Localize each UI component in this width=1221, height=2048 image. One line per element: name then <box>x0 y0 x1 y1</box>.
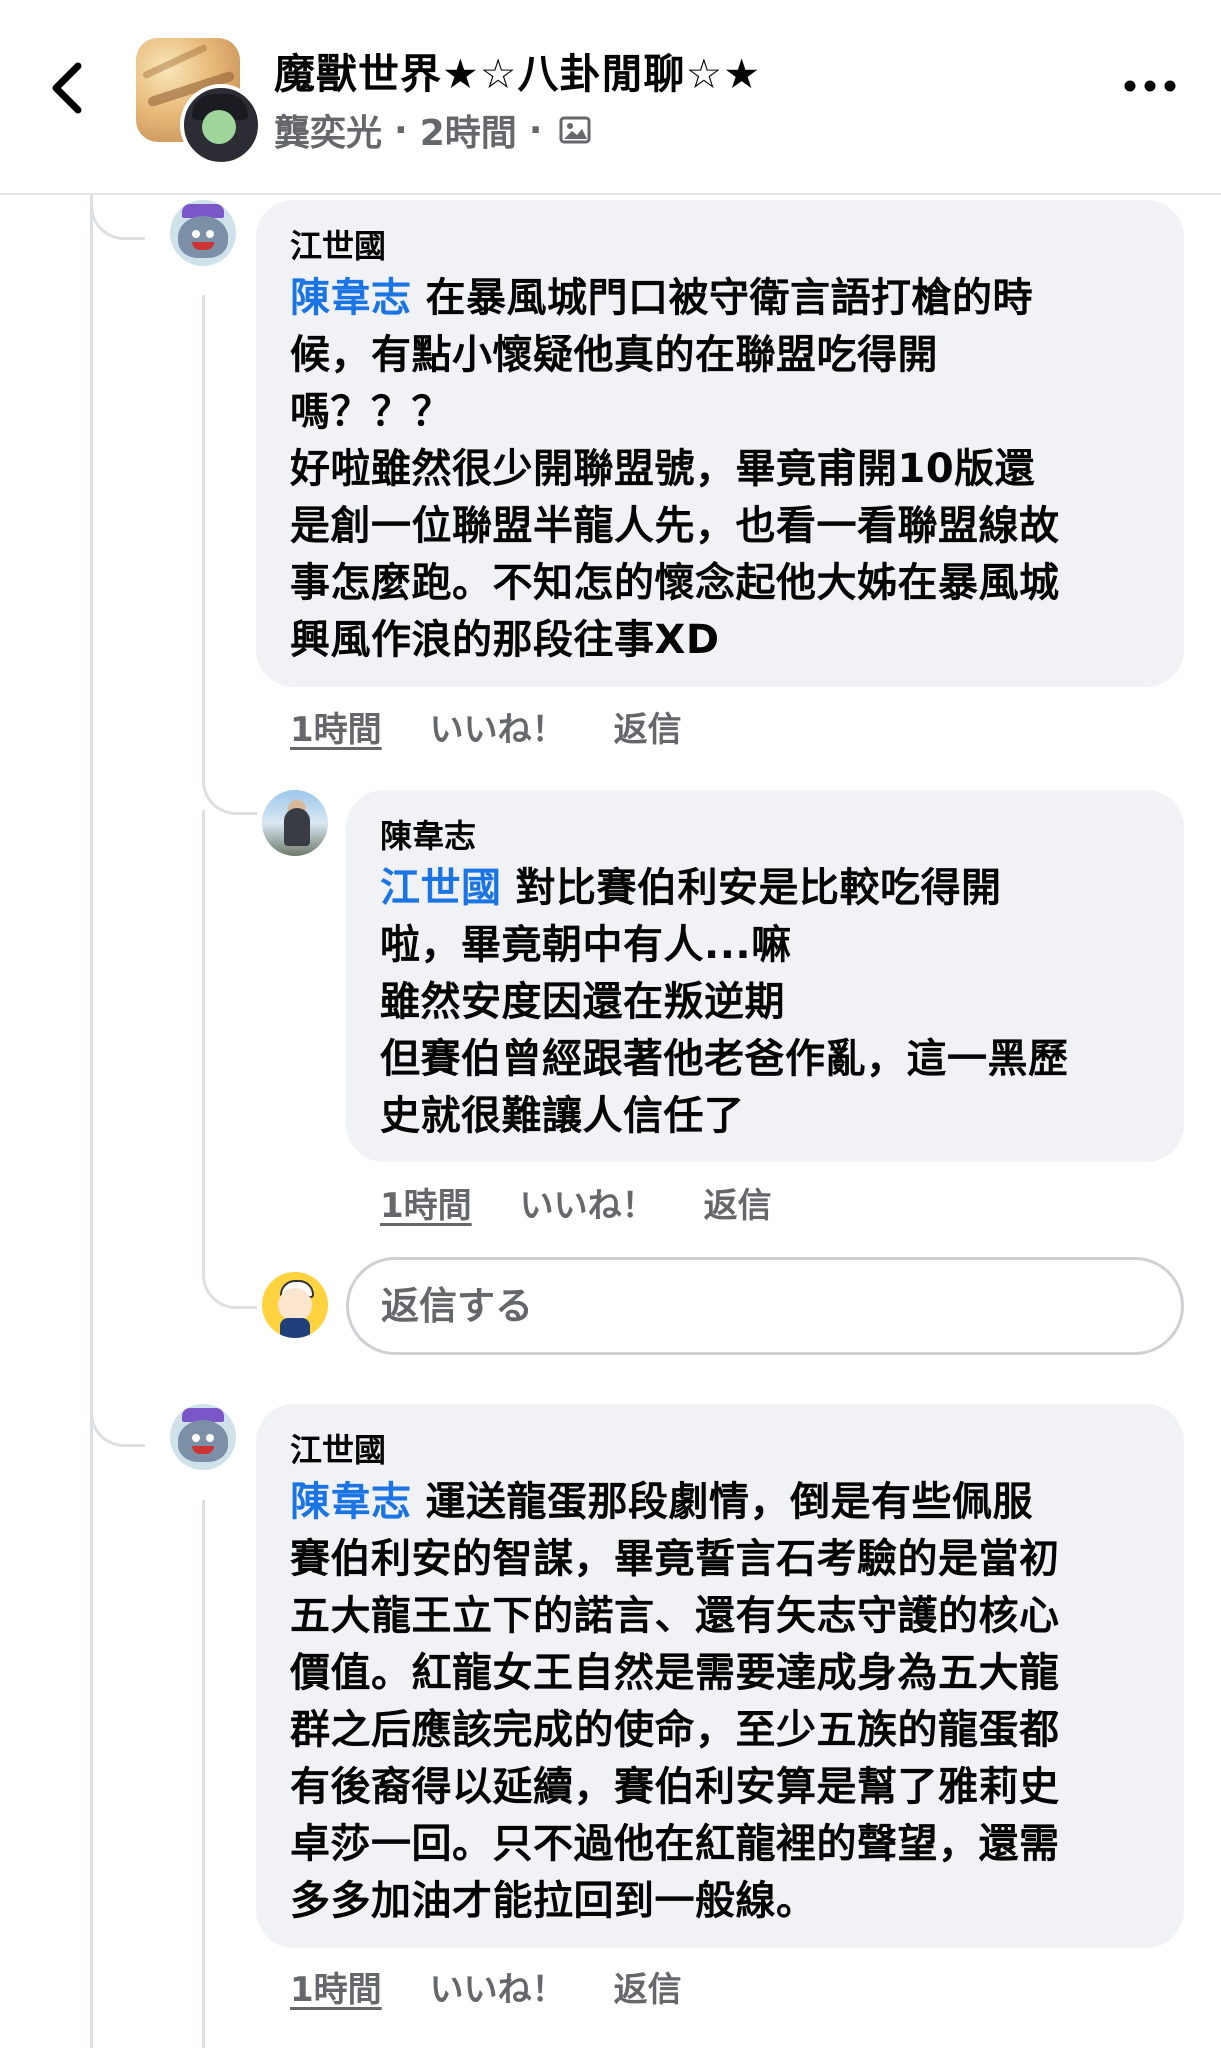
like-button[interactable]: いいね！ <box>520 1178 656 1227</box>
mention-link[interactable]: 江世國 <box>380 865 502 911</box>
comment-line: 啦，畢竟朝中有人...嘛 <box>380 922 792 968</box>
comment-author[interactable]: 江世國 <box>290 1430 1150 1470</box>
like-button[interactable]: いいね！ <box>430 1962 566 2011</box>
comment-time[interactable]: 1時間 <box>290 1962 382 2011</box>
comment-line: 興風作浪的那段往事XD <box>290 617 720 663</box>
reply-input[interactable] <box>346 1257 1184 1355</box>
comment-line: 事怎麼跑。不知怎的懷念起他大姊在暴風城 <box>290 560 1060 606</box>
comment-text: 江世國 對比賽伯利安是比較吃得開 啦，畢竟朝中有人...嘛 雖然安度因還在叛逆期 … <box>380 860 1150 1145</box>
mention-link[interactable]: 陳韋志 <box>290 1479 412 1525</box>
comment-line: 是創一位聯盟半龍人先，也看一看聯盟線故 <box>290 503 1060 549</box>
thread-connector <box>90 193 145 240</box>
comment-line: 候，有點小懷疑他真的在聯盟吃得開 <box>290 332 938 378</box>
comment-line: 在暴風城門口被守衛言語打槍的時 <box>425 275 1033 321</box>
comment-time[interactable]: 1時間 <box>380 1178 472 1227</box>
comment-text: 陳韋志 運送龍蛋那段劇情，倒是有些佩服 賽伯利安的智謀，畢竟誓言石考驗的是當初 五… <box>290 1474 1150 1930</box>
comment-bubble: 江世國 陳韋志 運送龍蛋那段劇情，倒是有些佩服 賽伯利安的智謀，畢竟誓言石考驗的是… <box>256 1404 1184 1948</box>
comment-bubble: 陳韋志 江世國 對比賽伯利安是比較吃得開 啦，畢竟朝中有人...嘛 雖然安度因還在… <box>346 790 1184 1162</box>
meta-separator: · <box>528 109 543 151</box>
thread-connector <box>90 1380 145 1447</box>
comment-line: 卓莎一回。只不過他在紅龍裡的聲望，還需 <box>290 1821 1060 1867</box>
post-meta: 龔奕光 · 2時間 · <box>274 104 592 156</box>
post-time[interactable]: 2時間 <box>420 104 517 156</box>
comment-line: 雖然安度因還在叛逆期 <box>380 979 785 1025</box>
more-horizontal-icon <box>1124 80 1176 92</box>
commenter-avatar[interactable] <box>170 1404 236 1470</box>
post-header: 魔獸世界★☆八卦閒聊☆★ 龔奕光 · 2時間 · <box>0 0 1221 195</box>
current-user-avatar <box>262 1272 328 1338</box>
comment-bubble: 江世國 陳韋志 在暴風城門口被守衛言語打槍的時 候，有點小懷疑他真的在聯盟吃得開 … <box>256 200 1184 687</box>
comment-author[interactable]: 江世國 <box>290 226 1150 266</box>
reply-thread-line <box>202 1500 205 2048</box>
comment-actions: 1時間 いいね！ 返信 <box>380 1178 772 1227</box>
comment-line: 群之后應該完成的使命，至少五族的龍蛋都 <box>290 1707 1060 1753</box>
reply-thread-line <box>202 295 205 785</box>
thread-line <box>90 193 93 2048</box>
commenter-avatar[interactable] <box>262 790 328 856</box>
post-author-name[interactable]: 龔奕光 <box>274 104 382 156</box>
comment-text: 陳韋志 在暴風城門口被守衛言語打槍的時 候，有點小懷疑他真的在聯盟吃得開 嗎？？？… <box>290 270 1150 669</box>
comment-line: 好啦雖然很少開聯盟號，畢竟甫開10版還 <box>290 446 1036 492</box>
reply-button[interactable]: 返信 <box>614 702 682 751</box>
more-options-button[interactable] <box>1120 66 1180 106</box>
reply-button[interactable]: 返信 <box>704 1178 772 1227</box>
comment-line: 嗎？？？ <box>290 389 452 435</box>
comment-line: 五大龍王立下的諾言、還有矢志守護的核心 <box>290 1593 1060 1639</box>
comment-line: 運送龍蛋那段劇情，倒是有些佩服 <box>425 1479 1033 1525</box>
like-button[interactable]: いいね！ <box>430 702 566 751</box>
comment-line: 多多加油才能拉回到一般線。 <box>290 1878 817 1924</box>
comment-line: 對比賽伯利安是比較吃得開 <box>515 865 1002 911</box>
comment-time[interactable]: 1時間 <box>290 702 382 751</box>
commenter-avatar[interactable] <box>170 200 236 266</box>
comment-line: 賽伯利安的智謀，畢竟誓言石考驗的是當初 <box>290 1536 1060 1582</box>
comment-line: 但賽伯曾經跟著他老爸作亂，這一黑歷 <box>380 1036 1069 1082</box>
group-title[interactable]: 魔獸世界★☆八卦閒聊☆★ <box>274 40 761 100</box>
photo-icon <box>559 116 591 144</box>
back-button[interactable] <box>44 58 94 118</box>
reply-button[interactable]: 返信 <box>614 1962 682 2011</box>
comment-line: 價值。紅龍女王自然是需要達成身為五大龍 <box>290 1650 1060 1696</box>
comment-actions: 1時間 いいね！ 返信 <box>290 702 682 751</box>
comment-author[interactable]: 陳韋志 <box>380 816 1150 856</box>
meta-separator: · <box>394 109 408 151</box>
reply-connector <box>202 1240 257 1309</box>
poster-avatar[interactable] <box>180 84 262 166</box>
comment-line: 史就很難讓人信任了 <box>380 1093 745 1139</box>
mention-link[interactable]: 陳韋志 <box>290 275 412 321</box>
chevron-left-icon <box>52 62 82 114</box>
comment-actions: 1時間 いいね！ 返信 <box>290 1962 682 2011</box>
reply-connector <box>202 760 257 815</box>
comment-line: 有後裔得以延續，賽伯利安算是幫了雅莉史 <box>290 1764 1060 1810</box>
reply-thread-line <box>202 810 205 1250</box>
